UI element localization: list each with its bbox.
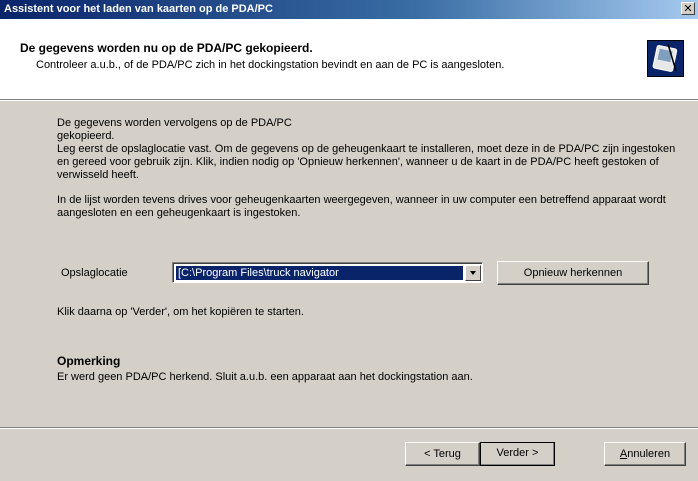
storage-location-dropdown[interactable]: [C:\Program Files\truck navigator [172,262,483,283]
back-button[interactable]: < Terug [405,442,480,466]
cancel-label-rest: nnuleren [627,448,671,460]
wizard-window: Assistent voor het laden van kaarten op … [0,0,698,481]
dropdown-frame: [C:\Program Files\truck navigator [173,263,482,282]
drives-info: In de lijst worden tevens drives voor ge… [57,194,666,219]
next-button-label: Verder > [496,447,539,459]
page-subtitle: Controleer a.u.b., of de PDA/PC zich in … [36,59,505,71]
footer-divider-highlight [0,428,698,429]
recognize-again-button[interactable]: Opnieuw herkennen [497,261,649,285]
close-icon: ✕ [683,2,693,15]
page-title: De gegevens worden nu op de PDA/PC gekop… [20,41,313,55]
next-button[interactable]: Verder > [480,442,555,466]
wizard-header: De gegevens worden nu op de PDA/PC gekop… [0,19,698,100]
note-title: Opmerking [57,354,121,368]
note-text: Er werd geen PDA/PC herkend. Sluit a.u.b… [57,371,473,383]
chevron-down-icon[interactable] [465,265,481,281]
storage-location-value: [C:\Program Files\truck navigator [176,266,463,280]
pda-icon [647,40,684,77]
title-bar[interactable]: Assistent voor het laden van kaarten op … [0,0,698,19]
window-title: Assistent voor het laden van kaarten op … [4,3,273,15]
storage-location-label: Opslaglocatie [61,267,128,279]
close-button[interactable]: ✕ [681,2,695,15]
copy-instruction: Klik daarna op 'Verder', om het kopiëren… [57,306,304,318]
intro-text: De gegevens worden vervolgens op de PDA/… [57,117,292,142]
cancel-button[interactable]: Annuleren [604,442,686,466]
storage-instructions: Leg eerst de opslaglocatie vast. Om de g… [57,143,676,181]
header-divider [0,100,698,101]
